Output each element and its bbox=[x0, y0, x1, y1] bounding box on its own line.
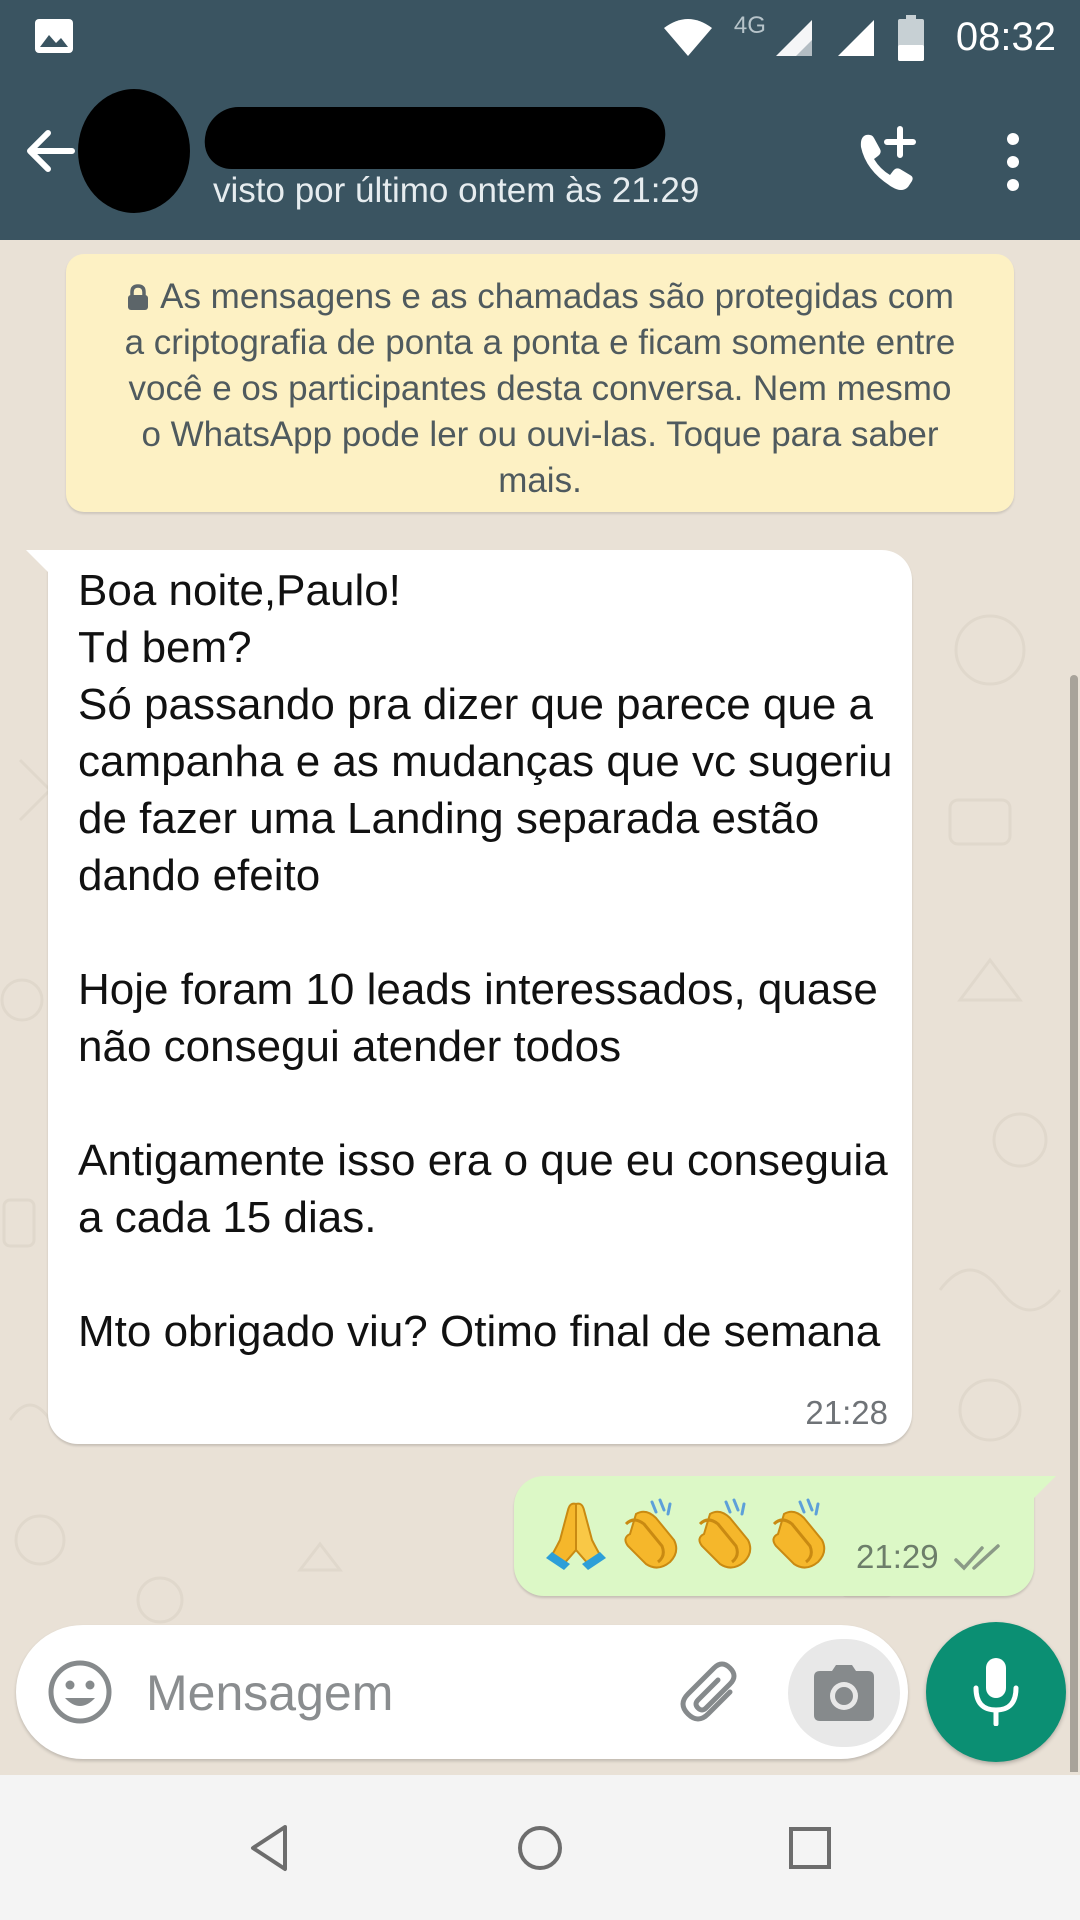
chat-header: visto por último ontem às 21:29 bbox=[0, 75, 1080, 240]
back-arrow-icon[interactable] bbox=[22, 123, 78, 179]
camera-button[interactable] bbox=[788, 1639, 900, 1747]
bubble-tail bbox=[26, 550, 56, 580]
clapping-hands-emoji bbox=[698, 1498, 752, 1569]
signal-icon bbox=[837, 19, 874, 56]
bubble-tail bbox=[1026, 1476, 1056, 1506]
emoji-row bbox=[542, 1494, 832, 1574]
more-vert-icon[interactable] bbox=[993, 127, 1033, 197]
battery-icon bbox=[897, 14, 924, 61]
message-time: 21:29 bbox=[856, 1538, 939, 1575]
contact-name-redacted[interactable] bbox=[201, 107, 669, 169]
contact-avatar[interactable] bbox=[78, 89, 190, 213]
wifi-icon bbox=[663, 18, 712, 56]
network-type: 4G bbox=[733, 11, 766, 39]
scrollbar[interactable] bbox=[1070, 675, 1078, 1772]
folded-hands-emoji bbox=[546, 1502, 606, 1570]
image-icon bbox=[35, 19, 73, 53]
status-bar: 4G 08:32 bbox=[0, 0, 1080, 75]
outgoing-message[interactable]: 21:29 bbox=[514, 1476, 1056, 1596]
last-seen-status: visto por último ontem às 21:29 bbox=[213, 171, 700, 210]
voice-record-button[interactable] bbox=[926, 1622, 1066, 1762]
emoji-icon[interactable] bbox=[46, 1658, 114, 1726]
mic-icon bbox=[973, 1658, 1019, 1726]
paperclip-icon[interactable] bbox=[676, 1658, 746, 1728]
camera-icon bbox=[814, 1665, 874, 1721]
message-input[interactable] bbox=[144, 1653, 668, 1733]
clapping-hands-emoji bbox=[772, 1498, 826, 1569]
encryption-notice[interactable]: As mensagens e as chamadas são protegida… bbox=[66, 254, 1014, 512]
nav-back-icon[interactable] bbox=[245, 1823, 295, 1873]
message-composer bbox=[16, 1625, 908, 1759]
message-time: 21:28 bbox=[805, 1394, 888, 1431]
clapping-hands-emoji bbox=[624, 1498, 678, 1569]
lock-icon bbox=[128, 284, 149, 310]
incoming-message[interactable]: Boa noite,Paulo! Td bem? Só passando pra… bbox=[26, 550, 912, 1444]
status-time: 08:32 bbox=[955, 15, 1056, 59]
signal-icon bbox=[775, 19, 812, 56]
chat-area[interactable]: As mensagens e as chamadas são protegida… bbox=[0, 240, 1080, 1772]
encryption-notice-text: As mensagens e as chamadas são protegida… bbox=[124, 277, 956, 500]
double-check-icon bbox=[954, 1544, 1000, 1571]
nav-home-icon[interactable] bbox=[515, 1823, 565, 1873]
nav-recents-icon[interactable] bbox=[785, 1823, 835, 1873]
message-text: Boa noite,Paulo! Td bem? Só passando pra… bbox=[78, 566, 893, 1356]
add-call-icon[interactable] bbox=[852, 125, 924, 197]
system-navigation-bar bbox=[0, 1775, 1080, 1920]
